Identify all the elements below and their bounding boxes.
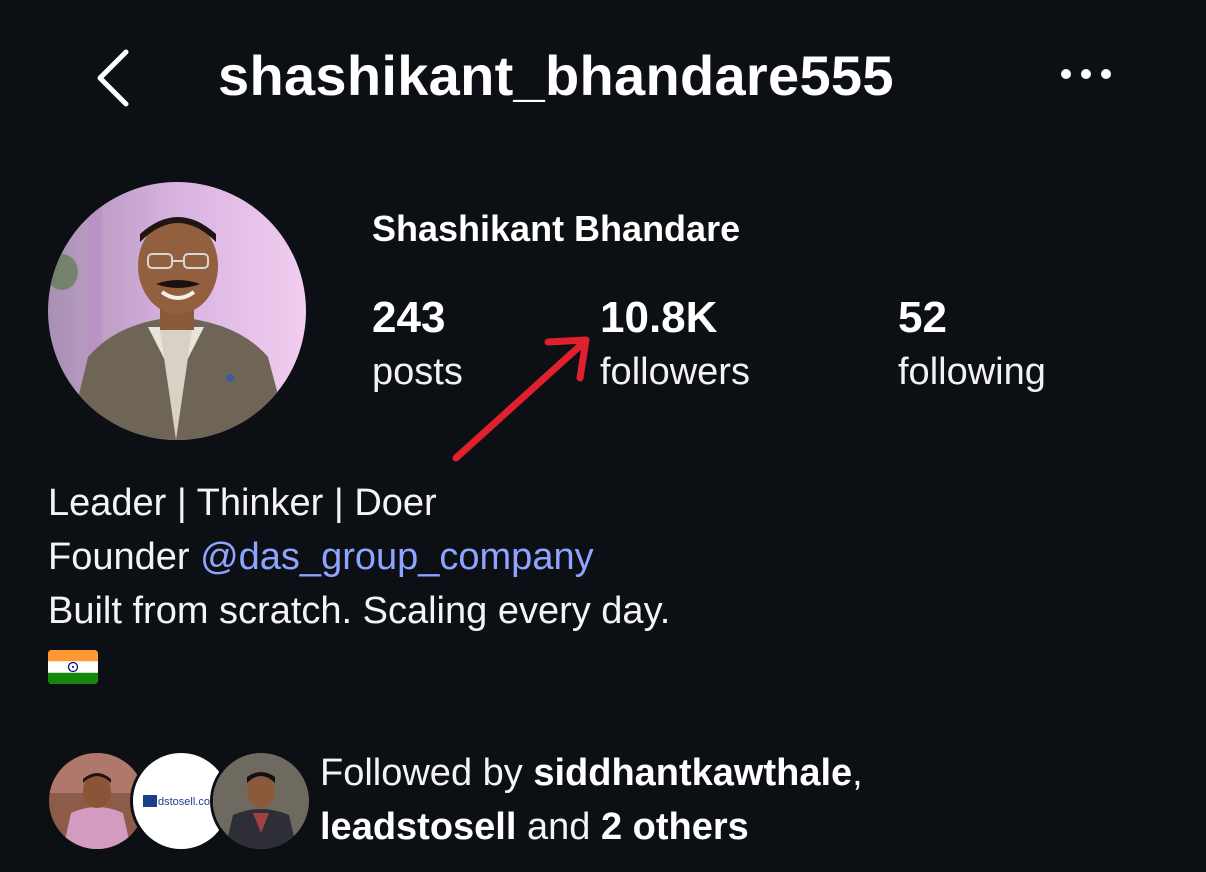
- following-label: following: [898, 351, 1046, 393]
- stat-following[interactable]: 52 following: [898, 290, 1046, 398]
- profile-page: shashikant_bhandare555 Shashikant Bhanda…: [0, 0, 1206, 872]
- stat-followers[interactable]: 10.8K followers: [600, 290, 750, 398]
- followed-by-separator: ,: [852, 752, 863, 794]
- profile-bio: Leader | Thinker | Doer Founder @das_gro…: [48, 476, 670, 684]
- profile-username: shashikant_bhandare555: [218, 44, 894, 107]
- follower-name-leadstosell[interactable]: leadstosell: [320, 806, 516, 848]
- followed-by-and: and: [516, 806, 601, 848]
- more-horizontal-icon[interactable]: [1058, 60, 1114, 88]
- following-count: 52: [898, 293, 947, 342]
- followers-count: 10.8K: [600, 293, 718, 342]
- followed-by-avatars[interactable]: dstosell.com: [46, 750, 312, 852]
- follower-avatar-third[interactable]: [210, 750, 312, 852]
- chevron-left-icon[interactable]: [92, 46, 136, 110]
- company-mention-link[interactable]: @das_group_company: [200, 536, 594, 578]
- followed-by-prefix: Followed by: [320, 752, 534, 794]
- india-flag-icon: [48, 650, 98, 684]
- profile-avatar[interactable]: [48, 182, 306, 440]
- bio-tagline: Leader | Thinker | Doer: [48, 482, 437, 524]
- followers-label: followers: [600, 351, 750, 393]
- profile-display-name: Shashikant Bhandare: [372, 208, 741, 249]
- bio-founder-prefix: Founder: [48, 536, 201, 578]
- followed-by-others[interactable]: 2 others: [601, 806, 749, 848]
- annotation-arrow-icon: [452, 336, 590, 462]
- bio-founder-line: Founder @das_group_company: [48, 530, 670, 584]
- follower-name-siddhantkawthale[interactable]: siddhantkawthale: [533, 752, 852, 794]
- followed-by-text[interactable]: Followed by siddhantkawthale, leadstosel…: [320, 746, 863, 854]
- bio-motto: Built from scratch. Scaling every day.: [48, 590, 671, 632]
